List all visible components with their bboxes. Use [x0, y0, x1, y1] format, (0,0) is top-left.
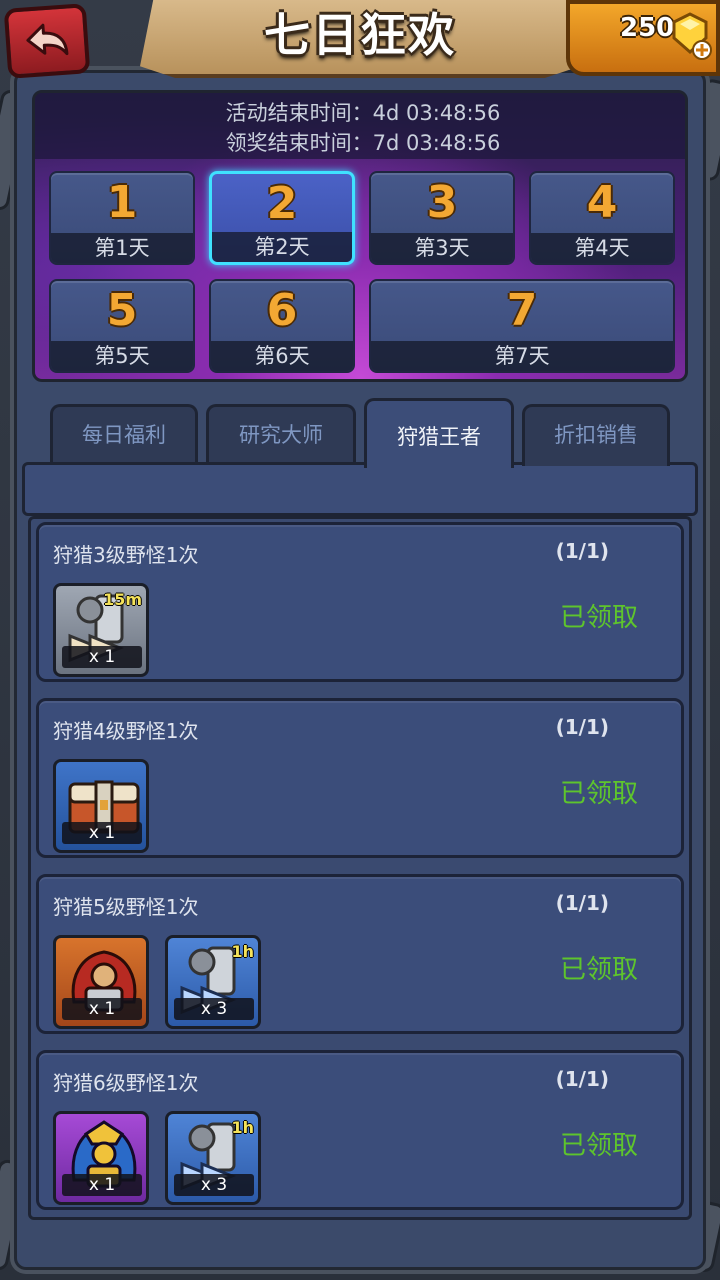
day-label: 第1天 — [51, 233, 193, 263]
list-item: 狩猎5级野怪1次 (1/1) x 1 1h x 3 已领取 — [36, 874, 684, 1034]
day-number: 7 — [506, 285, 538, 336]
day-number: 3 — [426, 177, 458, 228]
reward-quantity: x 1 — [62, 822, 142, 844]
tab-research-master[interactable]: 研究大师 — [206, 404, 356, 466]
claimed-status: 已领取 — [559, 1131, 638, 1161]
list-item: 狩猎3级野怪1次 (1/1) 15m x 1 已领取 — [36, 522, 684, 682]
reward-slot[interactable]: x 1 — [53, 935, 149, 1029]
reward-slot[interactable]: 15m x 1 — [53, 583, 149, 677]
tab-daily-benefits[interactable]: 每日福利 — [50, 404, 198, 466]
gem-plus-icon[interactable] — [668, 12, 712, 60]
day-label: 第2天 — [212, 232, 352, 262]
tab-discount-sale[interactable]: 折扣销售 — [522, 404, 670, 466]
day-number: 1 — [106, 177, 138, 228]
task-progress: (1/1) — [555, 715, 609, 739]
task-progress: (1/1) — [555, 1067, 609, 1091]
list-item: 狩猎6级野怪1次 (1/1) x 1 1h x 3 已领取 — [36, 1050, 684, 1210]
reward-quantity: x 3 — [174, 998, 254, 1020]
claimed-status: 已领取 — [559, 779, 638, 809]
task-name: 狩猎6级野怪1次 — [53, 1071, 199, 1095]
day-tile-4[interactable]: 4 第4天 — [529, 171, 675, 265]
activity-end-time: 活动结束时间：4d 03:48:56 — [225, 101, 501, 125]
day-number: 6 — [266, 285, 298, 336]
day-label: 第4天 — [531, 233, 673, 263]
claimed-status: 已领取 — [559, 603, 638, 633]
day-tile-3[interactable]: 3 第3天 — [369, 171, 515, 265]
reward-slot[interactable]: x 1 — [53, 759, 149, 853]
day-label: 第6天 — [211, 341, 353, 371]
reward-quantity: x 3 — [174, 1174, 254, 1196]
claim-end-time: 领奖结束时间：7d 03:48:56 — [225, 131, 501, 155]
reward-slot[interactable]: x 1 — [53, 1111, 149, 1205]
reward-slot[interactable]: 1h x 3 — [165, 935, 261, 1029]
reward-timer: 1h — [231, 1118, 254, 1137]
tab-content-header — [22, 462, 698, 516]
gem-count: 250 — [620, 13, 675, 43]
back-button[interactable] — [3, 3, 91, 79]
day-label: 第3天 — [371, 233, 513, 263]
day-tile-2[interactable]: 2 第2天 — [209, 171, 355, 265]
task-name: 狩猎5级野怪1次 — [53, 895, 199, 919]
reward-timer: 15m — [103, 590, 142, 609]
day-number: 5 — [106, 285, 138, 336]
day-tile-7[interactable]: 7 第7天 — [369, 279, 675, 373]
back-arrow-icon — [26, 23, 69, 56]
task-name: 狩猎3级野怪1次 — [53, 543, 199, 567]
task-progress: (1/1) — [555, 539, 609, 563]
task-name: 狩猎4级野怪1次 — [53, 719, 199, 743]
day-tile-5[interactable]: 5 第5天 — [49, 279, 195, 373]
day-tile-1[interactable]: 1 第1天 — [49, 171, 195, 265]
page-title: 七日狂欢 — [264, 8, 456, 62]
reward-timer: 1h — [231, 942, 254, 961]
day-tile-6[interactable]: 6 第6天 — [209, 279, 355, 373]
reward-quantity: x 1 — [62, 998, 142, 1020]
list-item: 狩猎4级野怪1次 (1/1) x 1 已领取 — [36, 698, 684, 858]
day-number: 4 — [586, 177, 618, 228]
claimed-status: 已领取 — [559, 955, 638, 985]
day-number: 2 — [266, 178, 298, 229]
day-selector-panel: 活动结束时间：4d 03:48:56 领奖结束时间：7d 03:48:56 1 … — [32, 90, 688, 382]
reward-slot[interactable]: 1h x 3 — [165, 1111, 261, 1205]
reward-quantity: x 1 — [62, 646, 142, 668]
task-progress: (1/1) — [555, 891, 609, 915]
reward-quantity: x 1 — [62, 1174, 142, 1196]
day-label: 第7天 — [371, 341, 673, 371]
day-label: 第5天 — [51, 341, 193, 371]
tab-hunting-king[interactable]: 狩猎王者 — [364, 398, 514, 468]
